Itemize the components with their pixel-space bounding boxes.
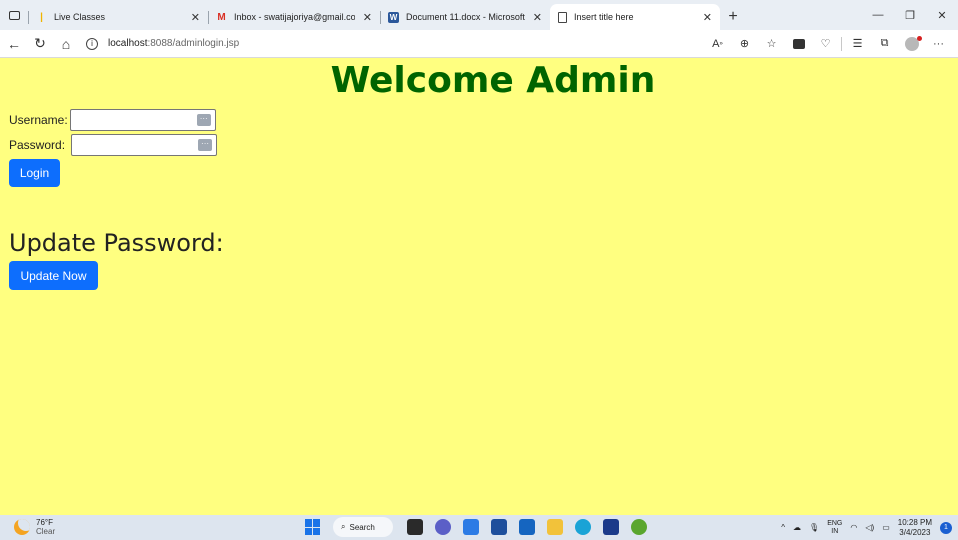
tab-inbox[interactable]: M Inbox - swatijajoriya@gmail.com ✕ — [208, 4, 380, 30]
restore-icon[interactable]: ❐ — [894, 0, 926, 30]
back-icon[interactable]: ← — [2, 32, 26, 56]
close-tab-icon[interactable]: ✕ — [191, 11, 200, 24]
mail-icon[interactable] — [519, 519, 535, 535]
tab-document[interactable]: W Document 11.docx - Microsoft W ✕ — [380, 4, 550, 30]
close-window-icon[interactable]: ✕ — [926, 0, 958, 30]
address-bar-row: ← ↻ ⌂ i localhost:8088/adminlogin.jsp A»… — [0, 30, 958, 58]
tab-separator — [208, 11, 209, 24]
toolbar-divider — [841, 36, 842, 51]
page-content: Welcome Admin Username: ··· Password: ··… — [0, 59, 958, 515]
window-controls: — ❐ ✕ — [862, 0, 958, 30]
tab-title: Document 11.docx - Microsoft W — [406, 12, 525, 22]
webex-icon[interactable] — [603, 519, 619, 535]
gmail-icon: M — [217, 11, 226, 23]
update-password-heading: Update Password: — [9, 229, 224, 257]
tab-separator — [28, 11, 29, 24]
url-path: :8088/adminlogin.jsp — [147, 38, 240, 49]
tab-title: Live Classes — [54, 12, 106, 22]
username-label: Username: — [9, 113, 68, 127]
onedrive-icon[interactable]: ☁ — [793, 523, 801, 532]
username-field[interactable]: ··· — [69, 109, 216, 131]
refresh-icon[interactable]: ↻ — [28, 32, 52, 56]
time: 10:28 PM — [897, 517, 932, 527]
url-field[interactable]: i localhost:8088/adminlogin.jsp — [86, 33, 704, 55]
home-icon[interactable]: ⌂ — [54, 32, 78, 56]
workspaces-button[interactable] — [0, 0, 28, 30]
password-manager-icon[interactable]: ··· — [196, 114, 211, 126]
collections-icon[interactable]: ⧉ — [871, 32, 898, 56]
password-row: Password: ··· — [9, 134, 218, 156]
clock[interactable]: 10:28 PM 3/4/2023 — [898, 518, 932, 538]
toolbar-actions: A» ⊕ ☆ ♡ ☰ ⧉ ··· — [704, 32, 952, 56]
weather-widget[interactable]: 76°F Clear — [14, 518, 55, 536]
tab-live-classes[interactable]: | Live Classes ✕ — [28, 4, 208, 30]
more-menu-icon[interactable]: ··· — [925, 32, 952, 56]
search-icon: ⌕ — [341, 522, 346, 531]
moon-icon — [14, 519, 30, 535]
settings-app-icon[interactable] — [463, 519, 479, 535]
read-aloud-icon[interactable]: A» — [704, 32, 731, 56]
avatar — [904, 35, 922, 51]
close-tab-icon[interactable]: ✕ — [533, 11, 542, 24]
volume-icon[interactable]: ◁) — [865, 523, 874, 532]
browser-essentials-icon[interactable]: ♡ — [812, 32, 839, 56]
store-icon[interactable] — [491, 519, 507, 535]
task-view-icon[interactable] — [407, 519, 423, 535]
live-classes-icon: | — [40, 11, 43, 23]
wifi-icon[interactable]: ◠ — [850, 523, 857, 532]
eclipse-icon[interactable] — [631, 519, 647, 535]
region-code: IN — [831, 527, 839, 535]
word-icon: W — [388, 11, 399, 23]
taskbar: 76°F Clear ⌕ Search ^ ☁ 🎙 ENG IN ◠ ◁) ▭ 1… — [0, 515, 958, 540]
password-field[interactable]: ··· — [71, 134, 218, 156]
temperature: 76°F — [36, 518, 53, 527]
new-tab-button[interactable]: + — [720, 4, 746, 30]
url-host: localhost — [108, 38, 148, 49]
close-tab-icon[interactable]: ✕ — [363, 11, 372, 24]
microphone-icon[interactable]: 🎙 — [809, 523, 819, 532]
tab-title: Insert title here — [574, 12, 634, 22]
language-code: ENG — [827, 519, 843, 527]
profile-button[interactable] — [898, 32, 925, 56]
extension-icon[interactable] — [785, 32, 812, 56]
tab-title: Inbox - swatijajoriya@gmail.com — [234, 12, 355, 22]
zoom-icon[interactable]: ⊕ — [731, 32, 758, 56]
teams-chat-icon[interactable] — [435, 519, 451, 535]
password-manager-icon[interactable]: ··· — [198, 139, 213, 151]
workspaces-icon — [8, 10, 20, 20]
close-tab-icon[interactable]: ✕ — [703, 11, 712, 24]
date: 3/4/2023 — [899, 527, 931, 537]
battery-icon[interactable]: ▭ — [882, 523, 890, 532]
taskbar-apps: ⌕ Search — [305, 517, 653, 537]
taskbar-search[interactable]: ⌕ Search — [333, 517, 393, 537]
tab-separator — [380, 11, 381, 24]
update-now-button[interactable]: Update Now — [9, 261, 98, 290]
search-label: Search — [349, 522, 375, 532]
login-button[interactable]: Login — [9, 159, 60, 187]
show-hidden-icons[interactable]: ^ — [781, 523, 785, 532]
edge-icon[interactable] — [575, 519, 591, 535]
tab-insert-title[interactable]: Insert title here ✕ — [550, 4, 720, 30]
minimize-icon[interactable]: — — [862, 0, 894, 30]
language-indicator[interactable]: ENG IN — [827, 520, 842, 536]
weather-condition: Clear — [36, 527, 56, 536]
file-explorer-icon[interactable] — [547, 519, 563, 535]
favorite-star-icon[interactable]: ☆ — [758, 32, 785, 56]
favorites-icon[interactable]: ☰ — [844, 32, 871, 56]
page-title: Welcome Admin — [330, 60, 656, 101]
notification-badge[interactable]: 1 — [940, 521, 952, 534]
system-tray: ^ ☁ 🎙 ENG IN ◠ ◁) ▭ 10:28 PM 3/4/2023 1 — [777, 515, 952, 540]
password-label: Password: — [9, 138, 66, 152]
windows-start-icon[interactable] — [305, 519, 321, 535]
username-row: Username: ··· — [9, 109, 216, 131]
tab-bar: | Live Classes ✕ M Inbox - swatijajoriya… — [0, 0, 958, 30]
page-icon — [558, 11, 567, 23]
info-icon[interactable]: i — [86, 37, 98, 50]
